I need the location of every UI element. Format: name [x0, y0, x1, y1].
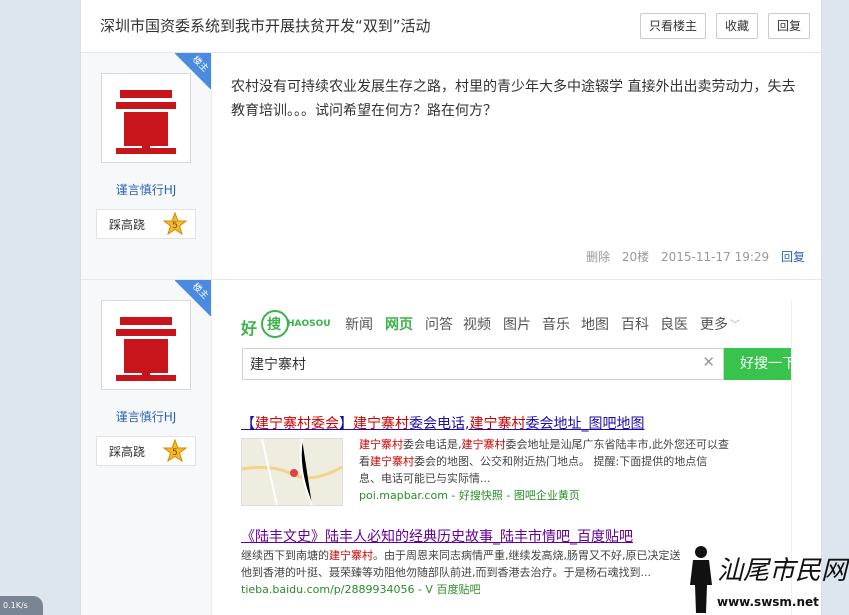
level-name: 踩高跷	[109, 445, 146, 459]
watermark-url: www.swsm.net	[717, 595, 819, 609]
network-speed-indicator: 0.1K/s	[0, 596, 43, 615]
post-meta: 删除 20楼 2015-11-17 19:29 回复	[578, 248, 805, 265]
seal-avatar-icon	[108, 307, 184, 383]
favorite-button[interactable]: 收藏	[716, 13, 759, 39]
search-tab: 问答	[425, 317, 453, 333]
search-tab: 图片	[503, 317, 531, 333]
post-floor-20: 楼主 谨言慎行HJ 踩高跷 5 农村没有可持续农业发展生存之路，村里的青少年大多…	[81, 53, 821, 280]
thread-title: 深圳市国资委系统到我市开展扶贫开发“双到”活动	[100, 17, 431, 35]
search-tab: 新闻	[345, 317, 373, 333]
result-snippet: 继续西下到南塘的建宁寨村。由于周恩来同志病情严重,继续发高烧,肠胃又不好,原已决…	[241, 549, 681, 596]
reply-button[interactable]: 回复	[768, 13, 811, 39]
map-thumbnail	[241, 438, 343, 506]
post-time: 2015-11-17 19:29	[661, 250, 770, 264]
author-sidebar: 楼主 谨言慎行HJ 踩高跷 5	[81, 53, 212, 279]
reply-link[interactable]: 回复	[781, 250, 805, 264]
person-silhouette-icon	[690, 546, 712, 613]
level-star-icon: 5	[163, 212, 187, 236]
search-tab: 视频	[463, 317, 491, 333]
result-title: 【建宁寨村委会】建宁寨村委会电话,建宁寨村委会地址_图吧地图	[241, 416, 645, 432]
author-sidebar: 楼主 谨言慎行HJ 踩高跷 5	[81, 280, 212, 615]
search-box: 建宁寨村 ✕	[242, 348, 724, 380]
chevron-down-icon: ﹀	[730, 320, 740, 331]
delete-link[interactable]: 删除	[586, 250, 610, 264]
search-tab: 百科	[621, 317, 649, 333]
user-level: 踩高跷 5	[96, 436, 196, 466]
search-tab: 音乐	[542, 317, 570, 333]
svg-text:5: 5	[172, 221, 178, 231]
post-content: 农村没有可持续农业发展生存之路，村里的青少年大多中途辍学 直接外出出卖劳动力，失…	[231, 79, 796, 119]
level-name: 踩高跷	[109, 218, 146, 232]
close-icon: ✕	[702, 353, 715, 371]
username[interactable]: 谨言慎行HJ	[81, 408, 211, 425]
result-snippet: 建宁寨村委会电话是,建宁寨村委会地址是汕尾广东省陆丰市,此外您还可以查看建宁寨村…	[359, 438, 729, 502]
search-button: 好搜一下	[724, 348, 791, 380]
floor-number: 20楼	[621, 250, 650, 264]
left-background	[0, 0, 80, 615]
right-background	[820, 0, 849, 615]
username[interactable]: 谨言慎行HJ	[81, 181, 211, 198]
level-star-icon: 5	[163, 439, 187, 463]
thread-page: 深圳市国资委系统到我市开展扶贫开发“双到”活动 只看楼主 收藏 回复 楼主 谨言…	[80, 0, 822, 615]
avatar[interactable]	[101, 300, 191, 390]
watermark-text: 汕尾市民网	[717, 556, 848, 586]
seal-avatar-icon	[108, 80, 184, 156]
site-watermark: 汕尾市民网 www.swsm.net	[689, 540, 849, 615]
user-level: 踩高跷 5	[96, 209, 196, 239]
svg-text:5: 5	[172, 448, 178, 458]
haosou-logo-en: HAOSOU	[287, 319, 331, 329]
only-op-button[interactable]: 只看楼主	[640, 13, 707, 39]
thread-header: 深圳市国资委系统到我市开展扶贫开发“双到”活动 只看楼主 收藏 回复	[81, 0, 821, 53]
avatar[interactable]	[101, 73, 191, 163]
search-tab: 更多	[700, 317, 728, 333]
haosou-logo-text: 好	[241, 319, 258, 338]
result-title: 《陆丰文史》陆丰人必知的经典历史故事_陆丰市情吧_百度贴吧	[241, 529, 633, 545]
search-tab-active: 网页	[385, 317, 413, 333]
haosou-logo-icon: 搜	[261, 310, 289, 338]
search-tab: 地图	[581, 317, 609, 333]
search-query: 建宁寨村	[250, 357, 306, 373]
search-tab: 良医	[660, 317, 688, 333]
